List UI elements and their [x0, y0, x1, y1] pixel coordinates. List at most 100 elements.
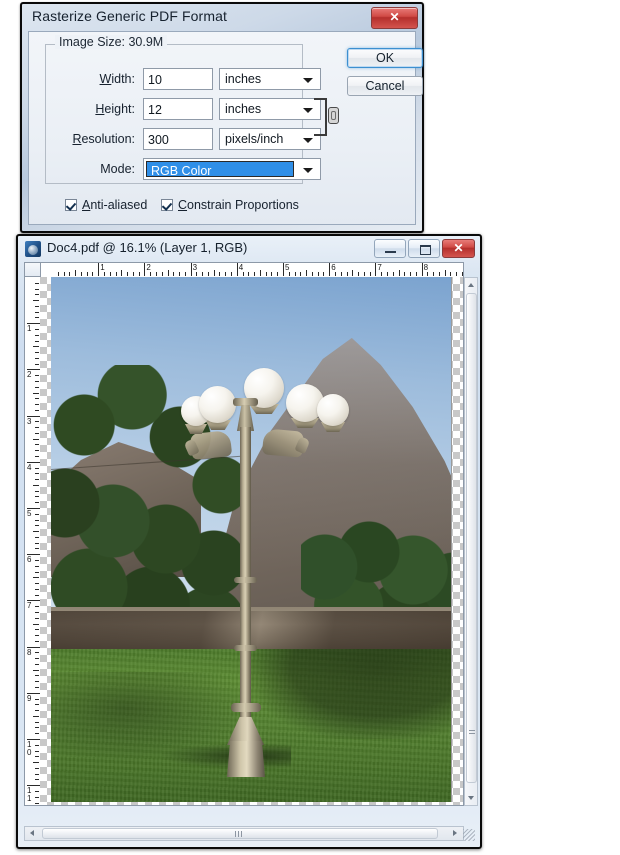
ruler-subtick: [196, 272, 198, 276]
horizontal-scroll-thumb[interactable]: [42, 828, 438, 839]
chevron-down-icon: [303, 168, 313, 173]
scroll-up-icon[interactable]: [465, 278, 477, 291]
ruler-subtick: [35, 611, 39, 613]
vertical-ruler[interactable]: 1234567891011: [24, 277, 40, 806]
scroll-right-icon[interactable]: [449, 827, 463, 840]
maximize-icon[interactable]: [408, 239, 440, 258]
ruler-subtick: [311, 272, 313, 276]
ok-button[interactable]: OK: [347, 48, 423, 68]
resize-grip[interactable]: [463, 829, 475, 841]
ruler-subtick: [242, 272, 244, 276]
ruler-subtick: [35, 733, 39, 735]
ruler-subtick: [35, 282, 39, 284]
ruler-subtick: [35, 606, 39, 608]
ruler-label: 5: [285, 263, 290, 272]
ruler-subtick: [35, 635, 39, 637]
ruler-subtick: [35, 652, 39, 654]
ruler-subtick: [33, 762, 39, 764]
ruler-subtick: [288, 272, 290, 276]
vertical-scrollbar[interactable]: [464, 277, 478, 806]
ruler-subtick: [404, 272, 406, 276]
anti-aliased-label: Anti-aliased: [82, 198, 148, 212]
photoshop-document-icon: [25, 241, 41, 257]
mode-label: Mode:: [100, 162, 135, 176]
ruler-subtick: [35, 773, 39, 775]
width-label: Width:: [99, 72, 135, 86]
ruler-subtick: [155, 272, 157, 276]
ruler-origin-corner[interactable]: [24, 262, 40, 277]
ruler-subtick: [35, 398, 39, 400]
ruler-label: 2: [146, 263, 151, 272]
ruler-subtick: [35, 328, 39, 330]
ruler-subtick: [427, 272, 429, 276]
ruler-subtick: [121, 270, 123, 276]
horizontal-scrollbar[interactable]: [24, 826, 464, 841]
document-image: [51, 277, 452, 802]
ruler-subtick: [35, 796, 39, 798]
ruler-subtick: [35, 363, 39, 365]
ruler-subtick: [35, 571, 39, 573]
height-unit-select[interactable]: inches: [219, 98, 321, 120]
ruler-label: 10: [27, 740, 32, 757]
mode-select[interactable]: RGB Color: [143, 158, 321, 180]
ruler-subtick: [202, 272, 204, 276]
height-unit-value: inches: [225, 102, 262, 116]
ruler-subtick: [207, 272, 209, 276]
ruler-subtick: [35, 548, 39, 550]
ruler-subtick: [259, 270, 261, 276]
ruler-subtick: [35, 542, 39, 544]
mode-selected-value: RGB Color: [146, 161, 294, 178]
width-input[interactable]: [143, 68, 213, 90]
ruler-subtick: [33, 531, 39, 533]
ruler-subtick: [35, 617, 39, 619]
ruler-subtick: [358, 272, 360, 276]
ruler-subtick: [35, 698, 39, 700]
horizontal-ruler[interactable]: 123456789: [40, 262, 464, 277]
cancel-button[interactable]: Cancel: [347, 76, 423, 96]
ruler-subtick: [173, 272, 175, 276]
ruler-label: 3: [192, 263, 198, 272]
ruler-subtick: [115, 272, 117, 276]
ruler-subtick: [132, 272, 134, 276]
close-icon[interactable]: ✕: [442, 239, 475, 258]
minimize-icon[interactable]: [374, 239, 406, 258]
close-icon[interactable]: ✕: [371, 7, 418, 29]
height-input[interactable]: [143, 98, 213, 120]
chevron-down-icon: [303, 138, 313, 143]
vertical-scroll-thumb[interactable]: [466, 293, 477, 783]
ruler-subtick: [35, 386, 39, 388]
mode-value-text: RGB Color: [151, 164, 212, 178]
ruler-subtick: [277, 272, 279, 276]
scroll-down-icon[interactable]: [465, 792, 477, 805]
ruler-subtick: [35, 802, 39, 804]
grip-icon: [469, 730, 475, 736]
ruler-subtick: [317, 272, 319, 276]
chevron-down-icon: [303, 78, 313, 83]
scroll-left-icon[interactable]: [25, 827, 39, 840]
resolution-unit-select[interactable]: pixels/inch: [219, 128, 321, 150]
ruler-subtick: [35, 779, 39, 781]
ruler-subtick: [33, 669, 39, 671]
width-unit-select[interactable]: inches: [219, 68, 321, 90]
ruler-subtick: [346, 272, 348, 276]
ruler-subtick: [63, 272, 65, 276]
canvas-area[interactable]: [40, 277, 464, 806]
document-titlebar[interactable]: Doc4.pdf @ 16.1% (Layer 1, RGB) ✕: [18, 236, 480, 262]
ruler-label: 11: [27, 786, 32, 804]
ruler-subtick: [35, 525, 39, 527]
ruler-subtick: [248, 272, 250, 276]
ruler-subtick: [33, 300, 39, 302]
ruler-subtick: [456, 272, 458, 276]
ruler-subtick: [33, 346, 39, 348]
ruler-subtick: [306, 270, 308, 276]
ruler-subtick: [35, 352, 39, 354]
dialog-titlebar[interactable]: Rasterize Generic PDF Format ✕: [22, 4, 422, 31]
ruler-subtick: [334, 272, 336, 276]
ruler-subtick: [35, 704, 39, 706]
ruler-subtick: [35, 421, 39, 423]
resolution-input[interactable]: [143, 128, 213, 150]
ruler-subtick: [35, 594, 39, 596]
chevron-down-icon: [303, 108, 313, 113]
pole-ring: [234, 577, 257, 583]
ruler-subtick: [35, 334, 39, 336]
